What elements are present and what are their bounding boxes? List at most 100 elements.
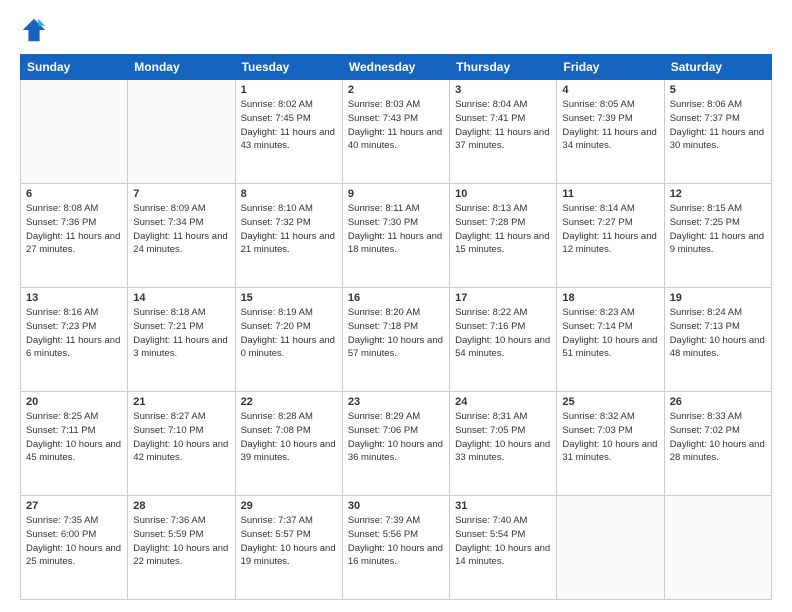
calendar-cell: 9 Sunrise: 8:11 AM Sunset: 7:30 PM Daylig… bbox=[342, 184, 449, 288]
day-number: 14 bbox=[133, 292, 229, 304]
day-info: Sunrise: 8:04 AM Sunset: 7:41 PM Dayligh… bbox=[455, 98, 551, 153]
day-info: Sunrise: 7:35 AM Sunset: 6:00 PM Dayligh… bbox=[26, 514, 122, 569]
day-number: 10 bbox=[455, 188, 551, 200]
week-row-5: 27 Sunrise: 7:35 AM Sunset: 6:00 PM Dayli… bbox=[21, 496, 772, 600]
weekday-wednesday: Wednesday bbox=[342, 55, 449, 80]
day-info: Sunrise: 8:20 AM Sunset: 7:18 PM Dayligh… bbox=[348, 306, 444, 361]
day-number: 6 bbox=[26, 188, 122, 200]
calendar-cell: 23 Sunrise: 8:29 AM Sunset: 7:06 PM Dayli… bbox=[342, 392, 449, 496]
day-number: 5 bbox=[670, 84, 766, 96]
day-info: Sunrise: 7:39 AM Sunset: 5:56 PM Dayligh… bbox=[348, 514, 444, 569]
day-info: Sunrise: 8:23 AM Sunset: 7:14 PM Dayligh… bbox=[562, 306, 658, 361]
calendar-cell: 30 Sunrise: 7:39 AM Sunset: 5:56 PM Dayli… bbox=[342, 496, 449, 600]
header bbox=[20, 16, 772, 44]
calendar-cell: 10 Sunrise: 8:13 AM Sunset: 7:28 PM Dayli… bbox=[450, 184, 557, 288]
calendar-cell: 1Sunrise: 8:02 AM Sunset: 7:45 PM Daylig… bbox=[235, 80, 342, 184]
day-info: Sunrise: 8:02 AM Sunset: 7:45 PM Dayligh… bbox=[241, 98, 337, 153]
day-info: Sunrise: 8:28 AM Sunset: 7:08 PM Dayligh… bbox=[241, 410, 337, 465]
day-info: Sunrise: 8:16 AM Sunset: 7:23 PM Dayligh… bbox=[26, 306, 122, 361]
week-row-1: 1Sunrise: 8:02 AM Sunset: 7:45 PM Daylig… bbox=[21, 80, 772, 184]
day-info: Sunrise: 8:11 AM Sunset: 7:30 PM Dayligh… bbox=[348, 202, 444, 257]
calendar-cell bbox=[128, 80, 235, 184]
day-info: Sunrise: 7:36 AM Sunset: 5:59 PM Dayligh… bbox=[133, 514, 229, 569]
day-number: 25 bbox=[562, 396, 658, 408]
weekday-thursday: Thursday bbox=[450, 55, 557, 80]
calendar-cell bbox=[664, 496, 771, 600]
day-info: Sunrise: 8:29 AM Sunset: 7:06 PM Dayligh… bbox=[348, 410, 444, 465]
week-row-4: 20 Sunrise: 8:25 AM Sunset: 7:11 PM Dayli… bbox=[21, 392, 772, 496]
day-info: Sunrise: 8:22 AM Sunset: 7:16 PM Dayligh… bbox=[455, 306, 551, 361]
calendar-cell: 29 Sunrise: 7:37 AM Sunset: 5:57 PM Dayli… bbox=[235, 496, 342, 600]
day-info: Sunrise: 8:33 AM Sunset: 7:02 PM Dayligh… bbox=[670, 410, 766, 465]
day-number: 19 bbox=[670, 292, 766, 304]
day-number: 17 bbox=[455, 292, 551, 304]
calendar-cell: 4Sunrise: 8:05 AM Sunset: 7:39 PM Daylig… bbox=[557, 80, 664, 184]
calendar-cell: 21 Sunrise: 8:27 AM Sunset: 7:10 PM Dayli… bbox=[128, 392, 235, 496]
day-info: Sunrise: 8:09 AM Sunset: 7:34 PM Dayligh… bbox=[133, 202, 229, 257]
day-number: 22 bbox=[241, 396, 337, 408]
day-info: Sunrise: 8:18 AM Sunset: 7:21 PM Dayligh… bbox=[133, 306, 229, 361]
calendar-cell: 18 Sunrise: 8:23 AM Sunset: 7:14 PM Dayli… bbox=[557, 288, 664, 392]
weekday-saturday: Saturday bbox=[664, 55, 771, 80]
day-number: 3 bbox=[455, 84, 551, 96]
day-info: Sunrise: 8:25 AM Sunset: 7:11 PM Dayligh… bbox=[26, 410, 122, 465]
day-number: 30 bbox=[348, 500, 444, 512]
day-info: Sunrise: 8:13 AM Sunset: 7:28 PM Dayligh… bbox=[455, 202, 551, 257]
logo bbox=[20, 16, 52, 44]
day-number: 11 bbox=[562, 188, 658, 200]
week-row-2: 6Sunrise: 8:08 AM Sunset: 7:36 PM Daylig… bbox=[21, 184, 772, 288]
weekday-friday: Friday bbox=[557, 55, 664, 80]
day-info: Sunrise: 7:40 AM Sunset: 5:54 PM Dayligh… bbox=[455, 514, 551, 569]
day-info: Sunrise: 8:27 AM Sunset: 7:10 PM Dayligh… bbox=[133, 410, 229, 465]
weekday-sunday: Sunday bbox=[21, 55, 128, 80]
calendar-cell: 7Sunrise: 8:09 AM Sunset: 7:34 PM Daylig… bbox=[128, 184, 235, 288]
day-info: Sunrise: 7:37 AM Sunset: 5:57 PM Dayligh… bbox=[241, 514, 337, 569]
calendar-cell bbox=[557, 496, 664, 600]
calendar-cell: 5 Sunrise: 8:06 AM Sunset: 7:37 PM Daylig… bbox=[664, 80, 771, 184]
calendar-cell: 26 Sunrise: 8:33 AM Sunset: 7:02 PM Dayli… bbox=[664, 392, 771, 496]
day-number: 13 bbox=[26, 292, 122, 304]
calendar-cell bbox=[21, 80, 128, 184]
calendar-cell: 3 Sunrise: 8:04 AM Sunset: 7:41 PM Daylig… bbox=[450, 80, 557, 184]
calendar-cell: 2 Sunrise: 8:03 AM Sunset: 7:43 PM Daylig… bbox=[342, 80, 449, 184]
day-info: Sunrise: 8:19 AM Sunset: 7:20 PM Dayligh… bbox=[241, 306, 337, 361]
day-number: 26 bbox=[670, 396, 766, 408]
day-number: 9 bbox=[348, 188, 444, 200]
day-number: 31 bbox=[455, 500, 551, 512]
page: SundayMondayTuesdayWednesdayThursdayFrid… bbox=[0, 0, 792, 612]
weekday-tuesday: Tuesday bbox=[235, 55, 342, 80]
day-info: Sunrise: 8:15 AM Sunset: 7:25 PM Dayligh… bbox=[670, 202, 766, 257]
day-number: 21 bbox=[133, 396, 229, 408]
calendar-cell: 22 Sunrise: 8:28 AM Sunset: 7:08 PM Dayli… bbox=[235, 392, 342, 496]
calendar-cell: 24 Sunrise: 8:31 AM Sunset: 7:05 PM Dayli… bbox=[450, 392, 557, 496]
day-number: 20 bbox=[26, 396, 122, 408]
calendar-cell: 6Sunrise: 8:08 AM Sunset: 7:36 PM Daylig… bbox=[21, 184, 128, 288]
calendar-cell: 28Sunrise: 7:36 AM Sunset: 5:59 PM Dayli… bbox=[128, 496, 235, 600]
day-number: 18 bbox=[562, 292, 658, 304]
day-info: Sunrise: 8:06 AM Sunset: 7:37 PM Dayligh… bbox=[670, 98, 766, 153]
day-number: 27 bbox=[26, 500, 122, 512]
day-number: 16 bbox=[348, 292, 444, 304]
day-number: 23 bbox=[348, 396, 444, 408]
weekday-header-row: SundayMondayTuesdayWednesdayThursdayFrid… bbox=[21, 55, 772, 80]
day-info: Sunrise: 8:05 AM Sunset: 7:39 PM Dayligh… bbox=[562, 98, 658, 153]
day-number: 2 bbox=[348, 84, 444, 96]
calendar-table: SundayMondayTuesdayWednesdayThursdayFrid… bbox=[20, 54, 772, 600]
calendar-cell: 11Sunrise: 8:14 AM Sunset: 7:27 PM Dayli… bbox=[557, 184, 664, 288]
day-info: Sunrise: 8:10 AM Sunset: 7:32 PM Dayligh… bbox=[241, 202, 337, 257]
day-info: Sunrise: 8:03 AM Sunset: 7:43 PM Dayligh… bbox=[348, 98, 444, 153]
day-number: 12 bbox=[670, 188, 766, 200]
week-row-3: 13 Sunrise: 8:16 AM Sunset: 7:23 PM Dayli… bbox=[21, 288, 772, 392]
logo-icon bbox=[20, 16, 48, 44]
day-number: 8 bbox=[241, 188, 337, 200]
day-number: 24 bbox=[455, 396, 551, 408]
calendar-cell: 27 Sunrise: 7:35 AM Sunset: 6:00 PM Dayli… bbox=[21, 496, 128, 600]
day-info: Sunrise: 8:31 AM Sunset: 7:05 PM Dayligh… bbox=[455, 410, 551, 465]
calendar-cell: 12 Sunrise: 8:15 AM Sunset: 7:25 PM Dayli… bbox=[664, 184, 771, 288]
day-number: 29 bbox=[241, 500, 337, 512]
day-info: Sunrise: 8:24 AM Sunset: 7:13 PM Dayligh… bbox=[670, 306, 766, 361]
calendar-cell: 19 Sunrise: 8:24 AM Sunset: 7:13 PM Dayli… bbox=[664, 288, 771, 392]
calendar-cell: 20 Sunrise: 8:25 AM Sunset: 7:11 PM Dayli… bbox=[21, 392, 128, 496]
calendar-cell: 13 Sunrise: 8:16 AM Sunset: 7:23 PM Dayli… bbox=[21, 288, 128, 392]
calendar-cell: 8 Sunrise: 8:10 AM Sunset: 7:32 PM Daylig… bbox=[235, 184, 342, 288]
